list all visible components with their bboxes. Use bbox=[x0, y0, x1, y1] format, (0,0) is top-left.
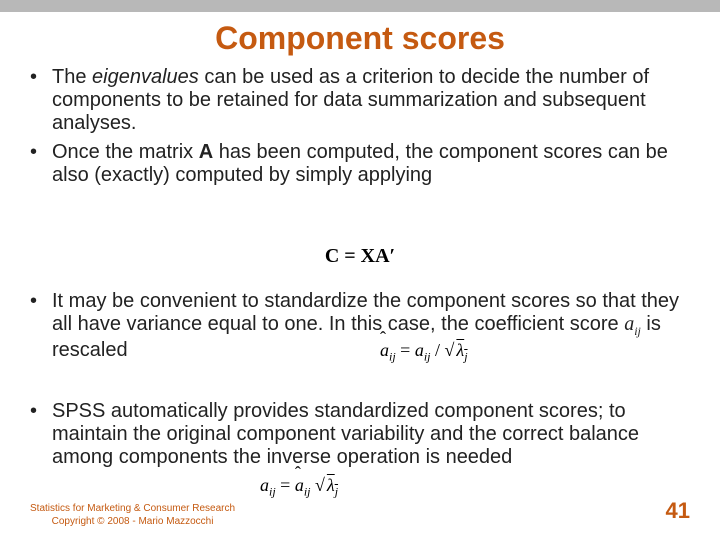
bullet-3: It may be convenient to standardize the … bbox=[30, 290, 690, 362]
equation-1: C = XA′ bbox=[0, 245, 720, 268]
subscript: ij bbox=[634, 324, 641, 338]
text: The bbox=[52, 66, 92, 88]
var-lambda: λ bbox=[327, 475, 335, 495]
text: It may be convenient to standardize the … bbox=[52, 290, 679, 335]
bullet-4: SPSS automatically provides standardized… bbox=[30, 400, 690, 469]
var-a: a bbox=[415, 340, 424, 360]
equation-3: aij = aij λj bbox=[260, 475, 338, 500]
footer-credit: Statistics for Marketing & Consumer Rese… bbox=[30, 502, 235, 528]
slide-title: Component scores bbox=[0, 20, 720, 57]
div-sign: / bbox=[431, 340, 445, 360]
equation-2: aij = aij / λj bbox=[380, 340, 468, 365]
bullet-2: Once the matrix A has been computed, the… bbox=[30, 141, 690, 187]
bullet-block-1: The eigenvalues can be used as a criteri… bbox=[30, 66, 690, 193]
page-number: 41 bbox=[666, 498, 690, 524]
bullet-block-2: It may be convenient to standardize the … bbox=[30, 290, 690, 368]
var-a-hat: a bbox=[295, 475, 304, 495]
subscript: ij bbox=[389, 350, 396, 364]
italic-term: eigenvalues bbox=[92, 66, 199, 88]
bold-term: A bbox=[199, 141, 213, 163]
bullet-block-3: SPSS automatically provides standardized… bbox=[30, 400, 690, 475]
text: Once the matrix bbox=[52, 141, 199, 163]
subscript: j bbox=[335, 485, 338, 499]
slide-top-bar bbox=[0, 0, 720, 12]
sqrt-icon bbox=[445, 340, 455, 360]
subscript: ij bbox=[424, 350, 431, 364]
footer-line-1: Statistics for Marketing & Consumer Rese… bbox=[30, 502, 235, 515]
subscript: ij bbox=[269, 485, 276, 499]
var-a: a bbox=[260, 475, 269, 495]
sqrt-icon bbox=[315, 475, 325, 495]
eq-sign: = bbox=[396, 340, 415, 360]
subscript: j bbox=[464, 350, 467, 364]
eq-sign: = bbox=[276, 475, 295, 495]
subscript: ij bbox=[304, 485, 311, 499]
var: a bbox=[624, 313, 634, 335]
footer-line-2: Copyright © 2008 - Mario Mazzocchi bbox=[30, 515, 235, 528]
var-a-hat: a bbox=[380, 340, 389, 360]
bullet-1: The eigenvalues can be used as a criteri… bbox=[30, 66, 690, 135]
slide: Component scores The eigenvalues can be … bbox=[0, 0, 720, 540]
